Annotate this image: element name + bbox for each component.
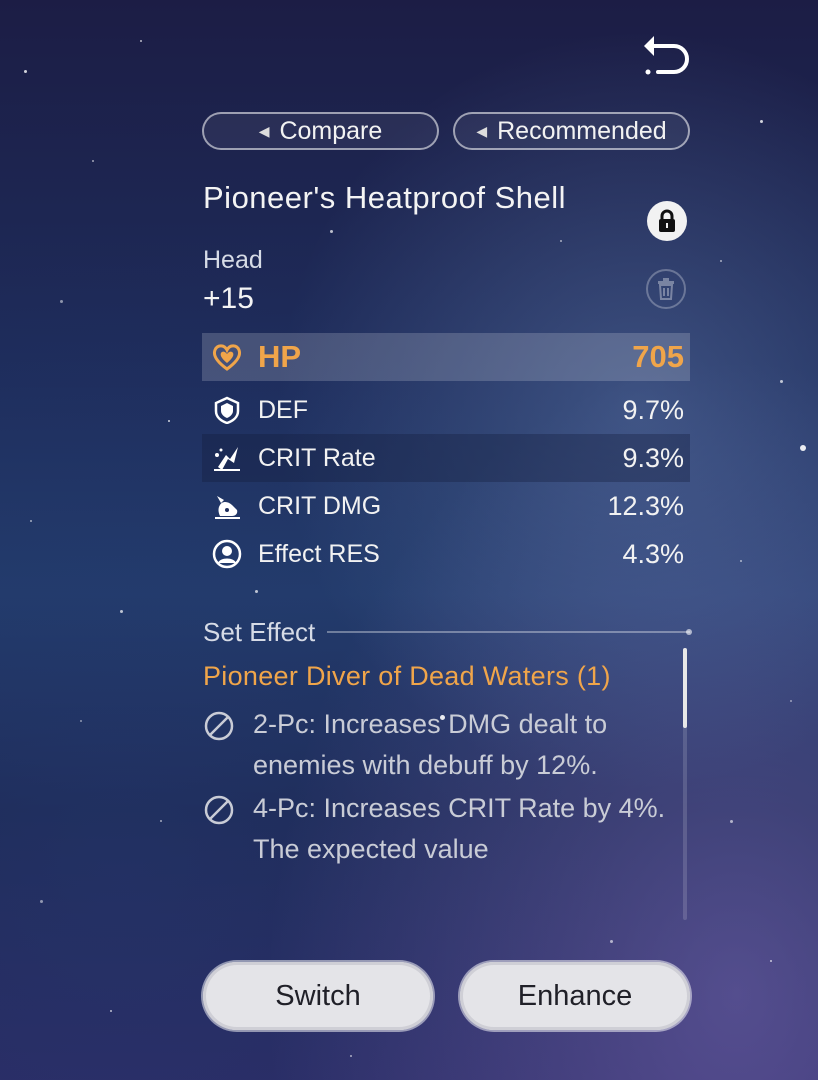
scrollbar-thumb[interactable] [683,648,687,728]
effect-res-icon [212,539,242,569]
sub-stat-name: CRIT Rate [258,443,376,472]
set-effect-panel[interactable]: Pioneer Diver of Dead Waters (1) 2-Pc: I… [203,658,673,920]
set-effect-label: Set Effect [203,616,316,647]
relic-level: +15 [203,282,254,315]
inactive-icon [203,794,235,870]
play-left-icon: ◀ [476,122,488,139]
back-button[interactable] [640,30,694,78]
lock-button[interactable] [647,201,687,241]
switch-label: Switch [275,979,361,1012]
compare-label: Compare [279,116,383,145]
shield-icon [212,395,242,425]
sub-stat-row: Effect RES 4.3% [202,530,690,578]
sub-stat-row: DEF 9.7% [202,386,690,434]
relic-name: Pioneer's Heatproof Shell [203,180,567,215]
relic-slot: Head [203,246,263,274]
set-bonus-text: 4-Pc: Increases CRIT Rate by 4%. The exp… [253,793,666,864]
inactive-icon [203,710,235,786]
sub-stat-row: CRIT Rate 9.3% [202,434,690,482]
set-name: Pioneer Diver of Dead Waters (1) [203,661,611,691]
divider [327,629,692,635]
set-bonus-text: 2-Pc: Increases DMG dealt to enemies wit… [253,709,608,780]
sub-stat-name: DEF [258,395,308,424]
enhance-button[interactable]: Enhance [460,962,690,1030]
lock-icon [659,209,675,232]
main-stat-value: 705 [632,339,684,374]
compare-button[interactable]: ◀ Compare [202,112,439,150]
main-stat-name: HP [258,339,302,374]
sub-stat-value: 9.3% [622,442,684,473]
scrollbar[interactable] [683,648,687,920]
play-left-icon: ◀ [258,122,270,139]
recommended-button[interactable]: ◀ Recommended [453,112,690,150]
enhance-label: Enhance [517,979,633,1012]
sub-stat-value: 9.7% [622,394,684,425]
recommended-label: Recommended [497,116,667,145]
sub-stat-value: 12.3% [607,490,684,521]
return-arrow-icon [644,36,689,75]
sub-stat-name: CRIT DMG [258,491,382,520]
sub-stat-row: CRIT DMG 12.3% [202,482,690,530]
crit-rate-icon [212,443,242,473]
discard-button[interactable] [646,269,686,309]
trash-icon [658,278,674,300]
switch-button[interactable]: Switch [203,962,433,1030]
set-bonus-item: 2-Pc: Increases DMG dealt to enemies wit… [203,704,673,786]
crit-dmg-icon [212,491,242,521]
main-stat-row: HP 705 [202,333,690,381]
set-bonus-item: 4-Pc: Increases CRIT Rate by 4%. The exp… [203,788,673,870]
sub-stat-value: 4.3% [622,538,684,569]
heart-icon [212,342,242,372]
sub-stat-name: Effect RES [258,539,380,568]
set-effect-header: Set Effect [203,614,692,650]
